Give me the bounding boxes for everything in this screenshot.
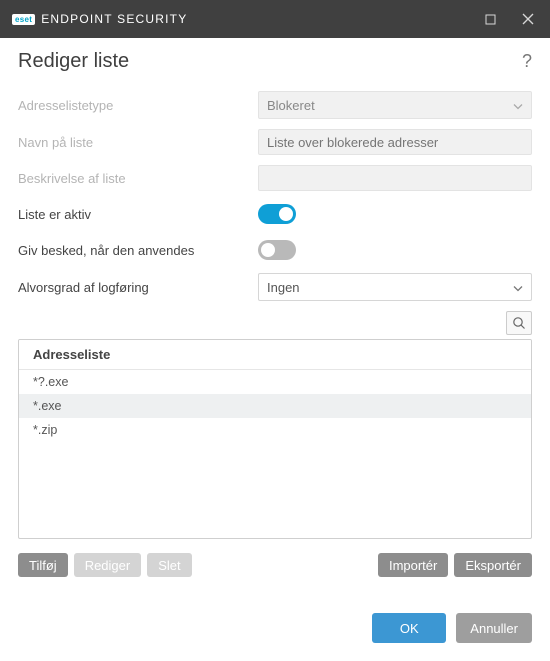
export-button[interactable]: Eksportér xyxy=(454,553,532,577)
chevron-down-icon xyxy=(513,98,523,113)
active-toggle[interactable] xyxy=(258,204,296,224)
name-label: Navn på liste xyxy=(18,135,258,150)
table-row[interactable]: *?.exe xyxy=(19,370,531,394)
type-select[interactable]: Blokeret xyxy=(258,91,532,119)
close-button[interactable] xyxy=(514,5,542,33)
brand-text: ENDPOINT SECURITY xyxy=(41,12,187,26)
severity-label: Alvorsgrad af logføring xyxy=(18,280,258,295)
help-button[interactable]: ? xyxy=(522,51,532,72)
delete-button[interactable]: Slet xyxy=(147,553,191,577)
titlebar: eset ENDPOINT SECURITY xyxy=(0,0,550,38)
brand-logo: eset xyxy=(12,14,35,25)
ok-button[interactable]: OK xyxy=(372,613,446,643)
toggle-knob xyxy=(261,243,275,257)
window-controls xyxy=(476,5,542,33)
close-icon xyxy=(522,13,534,25)
severity-select[interactable]: Ingen xyxy=(258,273,532,301)
table-row[interactable]: *.zip xyxy=(19,418,531,442)
table-row[interactable]: *.exe xyxy=(19,394,531,418)
search-icon xyxy=(512,316,526,330)
square-icon xyxy=(485,14,496,25)
type-label: Adresselistetype xyxy=(18,98,258,113)
import-button[interactable]: Importér xyxy=(378,553,448,577)
search-button[interactable] xyxy=(506,311,532,335)
brand: eset ENDPOINT SECURITY xyxy=(12,12,187,26)
cancel-button[interactable]: Annuller xyxy=(456,613,532,643)
maximize-button[interactable] xyxy=(476,5,504,33)
page-title: Rediger liste xyxy=(18,50,129,73)
add-button[interactable]: Tilføj xyxy=(18,553,68,577)
type-value: Blokeret xyxy=(267,98,315,113)
chevron-down-icon xyxy=(513,280,523,295)
name-field[interactable] xyxy=(258,129,532,155)
notify-toggle[interactable] xyxy=(258,240,296,260)
toggle-knob xyxy=(279,207,293,221)
table-header[interactable]: Adresseliste xyxy=(19,340,531,370)
address-table: Adresseliste *?.exe*.exe*.zip xyxy=(18,339,532,539)
desc-label: Beskrivelse af liste xyxy=(18,171,258,186)
severity-value: Ingen xyxy=(267,280,300,295)
desc-field[interactable] xyxy=(258,165,532,191)
edit-button[interactable]: Rediger xyxy=(74,553,142,577)
active-label: Liste er aktiv xyxy=(18,207,258,222)
notify-label: Giv besked, når den anvendes xyxy=(18,243,258,258)
